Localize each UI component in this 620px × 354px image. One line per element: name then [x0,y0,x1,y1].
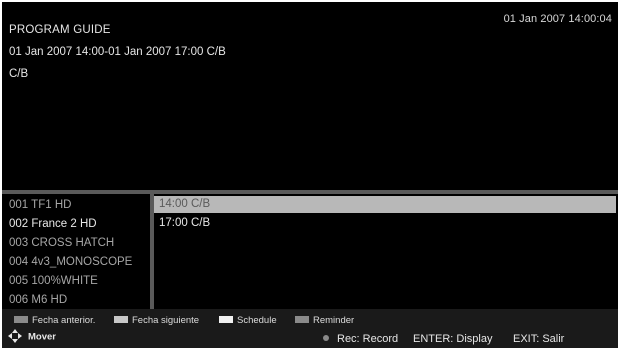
event-list: 14:00 C/B 17:00 C/B [154,194,618,309]
legend-schedule: Schedule [219,315,277,327]
channel-item[interactable]: 003 CROSS HATCH [9,234,114,252]
program-guide-screen: 01 Jan 2007 14:00:04 PROGRAM GUIDE 01 Ja… [2,2,618,348]
page-title: PROGRAM GUIDE [9,24,111,36]
record-hint: Rec: Record [323,333,398,345]
legend-reminder: Reminder [295,315,354,327]
event-info-panel: 01 Jan 2007 14:00:04 PROGRAM GUIDE 01 Ja… [2,2,618,190]
gray-key-icon [295,315,309,323]
channel-list: 001 TF1 HD 002 France 2 HD 003 CROSS HAT… [2,194,150,309]
enter-hint: ENTER: Display [413,333,493,345]
current-time: 01 Jan 2007 14:00:04 [503,13,612,25]
white-key-icon [219,315,233,323]
event-item[interactable]: 17:00 C/B [154,215,616,232]
channel-item[interactable]: 004 4v3_MONOSCOPE [9,253,132,271]
channel-item[interactable]: 001 TF1 HD [9,196,71,214]
dpad-arrows-icon [8,329,22,343]
event-item-label: 14:00 C/B [159,198,211,210]
exit-hint: EXIT: Salir [513,333,565,345]
channel-item-selected[interactable]: 002 France 2 HD [9,215,97,233]
gray-key-icon [14,315,28,323]
event-item-selected[interactable]: 14:00 C/B [154,196,616,213]
legend-next-date: Fecha siguiente [114,315,199,327]
legend-previous-date: Fecha anterior. [14,315,95,327]
channel-item[interactable]: 005 100%WHITE [9,272,98,290]
event-name: C/B [9,68,29,80]
record-dot-icon [323,335,329,342]
light-gray-key-icon [114,315,128,323]
channel-item[interactable]: 006 M6 HD [9,291,67,309]
footer-help-bar: Fecha anterior. Fecha siguiente Schedule… [2,309,618,348]
move-hint: Mover [8,329,56,345]
event-time-range: 01 Jan 2007 14:00-01 Jan 2007 17:00 C/B [9,46,226,58]
event-item-label: 17:00 C/B [159,217,211,229]
